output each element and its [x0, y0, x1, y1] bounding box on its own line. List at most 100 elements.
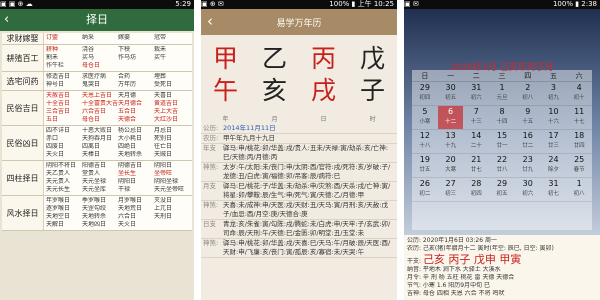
- day-type-link[interactable]: 阴德吉日: [118, 162, 154, 170]
- day-type-link[interactable]: 大红沙日: [154, 116, 190, 124]
- day-type-link[interactable]: 天地空日: [46, 213, 82, 221]
- day-type-link[interactable]: 割禾: [46, 54, 82, 62]
- day-type-link[interactable]: 万年历: [118, 81, 154, 89]
- calendar-day[interactable]: 9 十五: [515, 106, 541, 129]
- day-type-link[interactable]: 天赦吉日: [46, 92, 82, 100]
- calendar-day[interactable]: 27 初三: [438, 178, 464, 201]
- day-type-link[interactable]: 母仓日: [82, 62, 118, 70]
- day-type-link[interactable]: 天元坐库: [82, 186, 118, 194]
- day-type-link[interactable]: 天喜日: [154, 92, 190, 100]
- day-type-link[interactable]: 月罗喉日: [118, 197, 154, 205]
- calendar-day[interactable]: 5 小寒: [412, 106, 438, 129]
- calendar-day[interactable]: 28 初四: [463, 178, 489, 201]
- calendar-day[interactable]: 10 十六: [541, 106, 567, 129]
- day-type-link[interactable]: 天上大吉: [154, 108, 190, 116]
- calendar-day[interactable]: 11 十七: [566, 106, 592, 129]
- day-type-link[interactable]: 修造吉日: [46, 73, 82, 81]
- day-type-link[interactable]: 十恶大败日: [82, 127, 118, 135]
- day-type-link[interactable]: 四离日: [82, 143, 118, 151]
- day-type-link[interactable]: 天月德: [118, 92, 154, 100]
- calendar-day[interactable]: 4 初十: [566, 82, 592, 105]
- calendar-day[interactable]: 24 除夕: [541, 154, 567, 177]
- day-type-link[interactable]: 耕种: [46, 46, 82, 54]
- calendar-day[interactable]: 31 初六: [463, 82, 489, 105]
- day-type-link[interactable]: 逐罗喉日: [46, 205, 82, 213]
- calendar-day[interactable]: 8 十四: [489, 106, 515, 129]
- day-type-link[interactable]: 灭没日: [154, 197, 190, 205]
- day-type-link[interactable]: 买马: [82, 54, 118, 62]
- day-type-link[interactable]: 年罗喉日: [46, 197, 82, 205]
- day-type-link[interactable]: 五日: [46, 116, 82, 124]
- day-type-link[interactable]: 阳德吉日: [82, 162, 118, 170]
- calendar-day[interactable]: 6 十二: [437, 106, 464, 129]
- calendar-day[interactable]: 7 十三: [463, 106, 489, 129]
- calendar-day[interactable]: 26 初二: [412, 178, 438, 201]
- day-type-link[interactable]: 坐帝旺: [154, 170, 190, 178]
- day-type-link[interactable]: 天月德合: [118, 100, 154, 108]
- day-type-link[interactable]: 天贼日: [154, 151, 190, 159]
- day-type-link[interactable]: 天元长生: [46, 186, 82, 194]
- day-type-link[interactable]: 天元贵人: [46, 178, 82, 186]
- day-type-link[interactable]: 月忌日: [154, 127, 190, 135]
- day-type-link[interactable]: 天狗吞月日: [82, 135, 118, 143]
- calendar-day[interactable]: 31 初七: [541, 178, 567, 201]
- day-type-link[interactable]: 天恩上吉日: [82, 92, 118, 100]
- day-type-link[interactable]: 干禄: [118, 186, 154, 194]
- day-type-link[interactable]: 天棒日: [82, 151, 118, 159]
- day-type-link[interactable]: 堂贵人: [82, 170, 118, 178]
- day-type-link[interactable]: 求医疗病: [82, 73, 118, 81]
- day-type-link[interactable]: 鬼哭日: [82, 81, 118, 89]
- day-type-link[interactable]: 受死日: [154, 81, 190, 89]
- calendar-day[interactable]: 30 初五: [438, 82, 464, 105]
- calendar-day[interactable]: 29 初五: [489, 178, 515, 201]
- day-type-link[interactable]: 母仓日: [82, 116, 118, 124]
- back-icon[interactable]: ‹: [4, 11, 9, 29]
- calendar-day[interactable]: 25 春节: [566, 154, 592, 177]
- day-type-link[interactable]: 四不详日: [46, 127, 82, 135]
- day-type-link[interactable]: 天罡勾绞: [82, 205, 118, 213]
- calendar-day[interactable]: 1 初八: [566, 178, 592, 201]
- day-type-link[interactable]: 天解日: [46, 221, 82, 229]
- day-type-link[interactable]: 订盟: [46, 34, 82, 43]
- day-type-link[interactable]: 黄道吉日: [154, 100, 190, 108]
- day-type-link[interactable]: 杨公忌日: [118, 127, 154, 135]
- day-type-link[interactable]: 天元坐禄: [82, 178, 118, 186]
- day-type-link[interactable]: 作马坊: [118, 54, 154, 62]
- day-type-link[interactable]: 天乙贵人: [46, 170, 82, 178]
- day-type-link[interactable]: 赤口: [46, 135, 82, 143]
- day-type-link[interactable]: 四绝日: [118, 143, 154, 151]
- calendar-day[interactable]: 22 廿八: [489, 154, 515, 177]
- calendar-day[interactable]: 21 廿七: [463, 154, 489, 177]
- calendar-day[interactable]: 17 廿三: [541, 130, 567, 153]
- day-type-link[interactable]: 合药: [118, 73, 154, 81]
- day-type-link[interactable]: 神号日: [46, 81, 82, 89]
- day-type-link[interactable]: 冠带: [154, 34, 190, 43]
- day-type-link[interactable]: 往亡日: [154, 143, 190, 151]
- calendar-day[interactable]: 12 十八: [412, 130, 438, 153]
- day-type-link[interactable]: 坐长生: [118, 170, 154, 178]
- calendar-day[interactable]: 18 廿四: [566, 130, 592, 153]
- calendar-day[interactable]: 2 初八: [515, 82, 541, 105]
- calendar-day[interactable]: 1 元旦: [489, 82, 515, 105]
- calendar-day[interactable]: 29 初四: [412, 82, 438, 105]
- day-type-link[interactable]: 十全富贵大吉: [82, 100, 118, 108]
- calendar-day[interactable]: 16 廿二: [515, 130, 541, 153]
- day-type-link[interactable]: 浇谷: [82, 46, 118, 54]
- day-type-link[interactable]: 五合日: [118, 108, 154, 116]
- calendar-day[interactable]: 15 廿一: [489, 130, 515, 153]
- day-type-link[interactable]: 天地转杀: [118, 151, 154, 159]
- calendar-day[interactable]: 3 初九: [541, 82, 567, 105]
- day-type-link[interactable]: 嫁娶: [118, 34, 154, 43]
- day-type-link[interactable]: 六合日: [118, 213, 154, 221]
- day-type-link[interactable]: 阴阳日: [118, 178, 154, 186]
- day-type-link[interactable]: 天地凶日: [82, 221, 118, 229]
- day-type-link[interactable]: 天地转杀: [82, 213, 118, 221]
- day-type-link[interactable]: 天元坐帝旺: [154, 186, 190, 194]
- day-type-link[interactable]: 天刑日: [154, 213, 190, 221]
- calendar-day[interactable]: 23 廿九: [515, 154, 541, 177]
- day-type-link[interactable]: 买牛: [154, 54, 190, 62]
- day-type-link[interactable]: 阴阳不将日: [46, 162, 82, 170]
- calendar-day[interactable]: 20 大寒: [438, 154, 464, 177]
- calendar-day[interactable]: 13 十九: [438, 130, 464, 153]
- calendar-day[interactable]: 30 初六: [515, 178, 541, 201]
